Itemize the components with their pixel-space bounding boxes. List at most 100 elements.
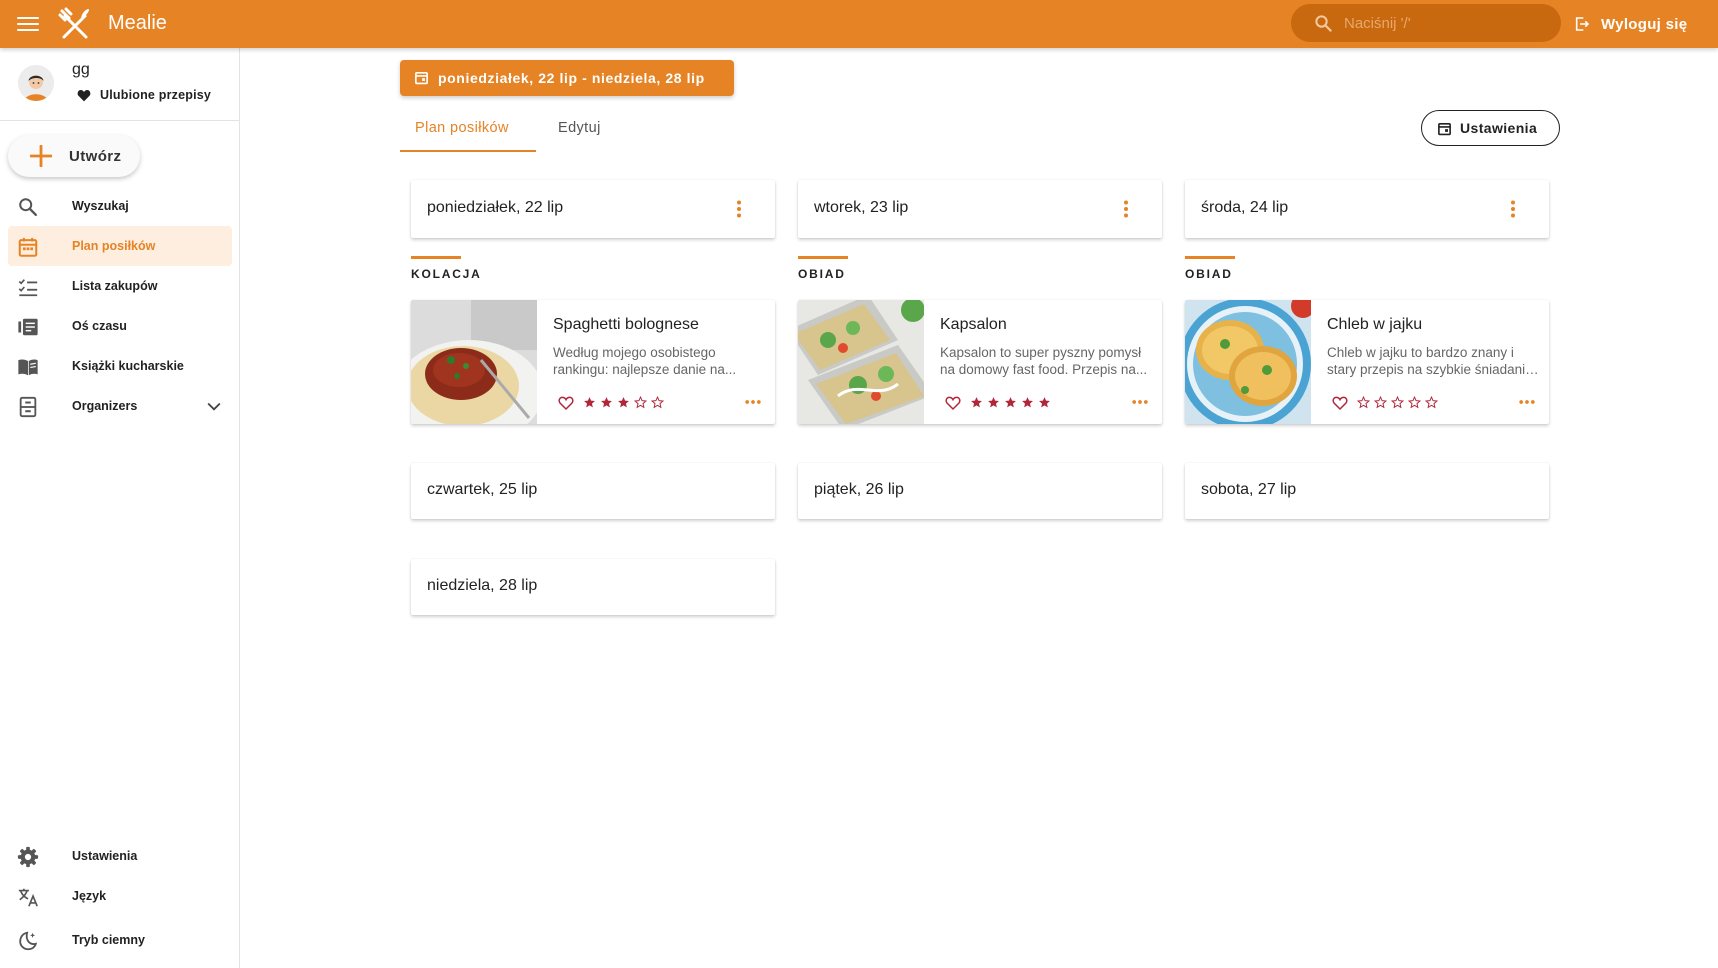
star-filled-icon[interactable] (987, 396, 1000, 409)
date-range-button[interactable]: poniedziałek, 22 lip - niedziela, 28 lip (400, 60, 734, 96)
day-label: piątek, 26 lip (814, 481, 904, 498)
recipe-title[interactable]: Kapsalon (940, 316, 1007, 334)
star-outline-icon[interactable] (1357, 396, 1370, 409)
tab-edit[interactable]: Edytuj (536, 110, 624, 152)
sidebar-item-cookbooks[interactable]: Książki kucharskie (8, 346, 232, 386)
recipe-card[interactable]: Spaghetti bolognese Według mojego osobis… (411, 300, 775, 424)
sidebar-item-settings[interactable]: Ustawienia (8, 836, 232, 876)
day-label: wtorek, 23 lip (814, 199, 909, 216)
recipe-description-line: rankingu: najlepsze danie na... (553, 362, 737, 377)
star-outline-icon[interactable] (1391, 396, 1404, 409)
star-outline-icon[interactable] (1374, 396, 1387, 409)
calendar-icon (1438, 123, 1451, 136)
meal-type-header: KOLACJA (411, 256, 775, 286)
sidebar-item-label: Tryb ciemny (72, 933, 145, 947)
tab-meal-plan[interactable]: Plan posiłków (400, 110, 536, 152)
top-app-bar: Mealie Naciśnij '/' Wyloguj się (0, 0, 1718, 48)
meal-type-underline (798, 256, 848, 259)
sidebar-item-language[interactable]: Język (8, 876, 232, 916)
favorites-label: Ulubione przepisy (100, 88, 212, 102)
star-outline-icon[interactable] (1425, 396, 1438, 409)
sidebar-item-label: Plan posiłków (72, 239, 156, 253)
recipe-image[interactable] (411, 300, 537, 424)
tab-label: Edytuj (558, 120, 601, 136)
mealie-logo-icon[interactable] (58, 7, 92, 41)
star-filled-icon[interactable] (600, 396, 613, 409)
sidebar-item-dark-mode[interactable]: Tryb ciemny (8, 920, 232, 960)
app-root: Mealie Naciśnij '/' Wyloguj się gg Ulubi… (0, 0, 1718, 968)
sidebar-item-search[interactable]: Wyszukaj (8, 186, 232, 226)
more-vert-icon[interactable] (1501, 197, 1525, 221)
spaghetti-photo-icon (411, 300, 537, 424)
avatar[interactable] (18, 65, 54, 101)
recipe-image[interactable] (1185, 300, 1311, 424)
meal-type-header: OBIAD (1185, 256, 1549, 286)
day-card: poniedziałek, 22 lip (411, 180, 775, 238)
day-label: czwartek, 25 lip (427, 481, 538, 498)
recipe-title[interactable]: Spaghetti bolognese (553, 316, 699, 334)
star-filled-icon[interactable] (1004, 396, 1017, 409)
heart-outline-icon[interactable] (558, 395, 574, 411)
day-card: niedziela, 28 lip (411, 559, 775, 615)
day-card: piątek, 26 lip (798, 463, 1162, 519)
star-filled-icon[interactable] (583, 396, 596, 409)
more-vert-icon[interactable] (727, 197, 751, 221)
calendar-icon (415, 72, 428, 85)
chevron-down-icon[interactable] (204, 396, 224, 416)
day-label: środa, 24 lip (1201, 199, 1289, 216)
sidebar-item-timeline[interactable]: Oś czasu (8, 306, 232, 346)
day-card: czwartek, 25 lip (411, 463, 775, 519)
sidebar-item-label: Oś czasu (72, 319, 127, 333)
recipe-card[interactable]: Chleb w jajku Chleb w jajku to bardzo zn… (1185, 300, 1549, 424)
search-input[interactable]: Naciśnij '/' (1291, 4, 1561, 42)
book-icon (18, 359, 38, 376)
timeline-icon (18, 318, 38, 336)
settings-button[interactable]: Ustawienia (1421, 110, 1560, 146)
star-filled-icon[interactable] (1021, 396, 1034, 409)
more-vert-icon[interactable] (1114, 197, 1138, 221)
star-filled-icon[interactable] (617, 396, 630, 409)
meal-type-label: OBIAD (798, 267, 846, 281)
rating-stars[interactable] (583, 396, 668, 410)
sidebar-item-organizers[interactable]: Organizers (8, 386, 232, 426)
heart-icon (77, 89, 91, 101)
settings-label: Ustawienia (1460, 120, 1538, 136)
menu-icon[interactable] (17, 14, 39, 34)
sidebar-divider (0, 120, 240, 121)
recipe-description-line: na domowy fast food. Przepis na... (940, 362, 1148, 377)
heart-outline-icon[interactable] (1332, 395, 1348, 411)
star-filled-icon[interactable] (1038, 396, 1051, 409)
day-label: sobota, 27 lip (1201, 481, 1297, 498)
rating-stars[interactable] (1357, 396, 1442, 410)
favorites-link[interactable]: Ulubione przepisy (77, 88, 211, 102)
more-horiz-icon[interactable] (1517, 392, 1537, 412)
meal-type-label: OBIAD (1185, 267, 1233, 281)
sidebar-item-label: Książki kucharskie (72, 359, 184, 373)
logout-button[interactable]: Wyloguj się (1574, 12, 1687, 36)
meal-type-underline (411, 256, 461, 259)
recipe-image[interactable] (798, 300, 924, 424)
app-title[interactable]: Mealie (108, 12, 167, 35)
recipe-card[interactable]: Kapsalon Kapsalon to super pyszny pomysł… (798, 300, 1162, 424)
more-horiz-icon[interactable] (1130, 392, 1150, 412)
sidebar-item-label: Wyszukaj (72, 199, 129, 213)
rating-stars[interactable] (970, 396, 1055, 410)
star-outline-icon[interactable] (651, 396, 664, 409)
sidebar-item-meal-plan[interactable]: Plan posiłków (8, 226, 232, 266)
calendar-icon (18, 237, 38, 257)
star-outline-icon[interactable] (1408, 396, 1421, 409)
sidebar-item-shopping-list[interactable]: Lista zakupów (8, 266, 232, 306)
recipe-description: Chleb w jajku to bardzo znany i stary pr… (1327, 344, 1539, 378)
create-button[interactable]: Utwórz (8, 135, 140, 177)
recipe-description-line: Według mojego osobistego (553, 345, 716, 360)
heart-outline-icon[interactable] (945, 395, 961, 411)
recipe-description: Według mojego osobistego rankingu: najle… (553, 344, 765, 378)
recipe-title[interactable]: Chleb w jajku (1327, 316, 1422, 334)
day-card: sobota, 27 lip (1185, 463, 1549, 519)
day-label: niedziela, 28 lip (427, 577, 538, 594)
star-outline-icon[interactable] (634, 396, 647, 409)
star-filled-icon[interactable] (970, 396, 983, 409)
sidebar: gg Ulubione przepisy Utwórz Wyszukaj Pla… (0, 48, 240, 968)
more-horiz-icon[interactable] (743, 392, 763, 412)
avatar-icon (18, 65, 54, 101)
